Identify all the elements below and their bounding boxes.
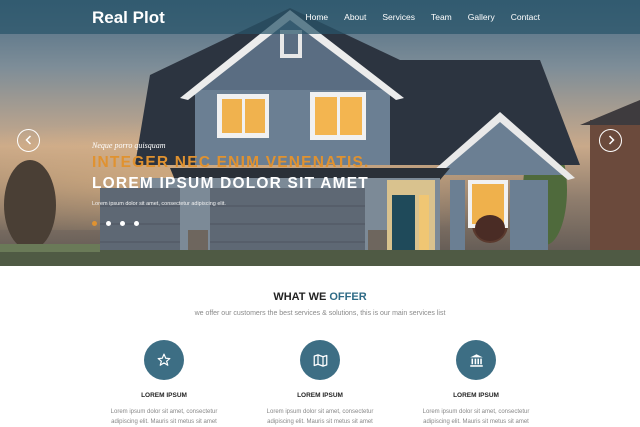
nav-contact[interactable]: Contact bbox=[511, 12, 540, 22]
nav-home[interactable]: Home bbox=[305, 12, 328, 22]
chevron-right-icon bbox=[608, 135, 615, 145]
service-desc-line: Lorem ipsum dolor sit amet, consectetur bbox=[110, 409, 218, 415]
service-card-1: LOREM IPSUM Lorem ipsum dolor sit amet, … bbox=[99, 340, 229, 427]
service-name: LOREM IPSUM bbox=[141, 392, 187, 399]
slider-dot-2[interactable] bbox=[106, 221, 111, 226]
navbar: Real Plot Home About Services Team Galle… bbox=[0, 0, 640, 34]
service-icon-circle[interactable] bbox=[456, 340, 496, 380]
slider-pagination bbox=[92, 221, 148, 226]
site-logo[interactable]: Real Plot bbox=[92, 8, 165, 28]
service-icon-circle[interactable] bbox=[144, 340, 184, 380]
slider-dot-1[interactable] bbox=[92, 221, 97, 226]
slider-prev-button[interactable] bbox=[17, 129, 40, 152]
service-name: LOREM IPSUM bbox=[453, 392, 499, 399]
slide-body-text: Lorem ipsum dolor sit amet, consectetur … bbox=[92, 201, 226, 207]
star-icon bbox=[157, 353, 171, 366]
main-nav: Home About Services Team Gallery Contact bbox=[289, 12, 540, 22]
slider-dot-3[interactable] bbox=[120, 221, 125, 226]
service-desc-line: Lorem ipsum dolor sit amet, consectetur bbox=[422, 409, 530, 415]
hero-slider: Real Plot Home About Services Team Galle… bbox=[0, 0, 640, 266]
service-icon-circle[interactable] bbox=[300, 340, 340, 380]
section-title: WHAT WE OFFER bbox=[0, 291, 640, 303]
bank-icon bbox=[469, 353, 483, 367]
service-description: Lorem ipsum dolor sit amet, consectetur … bbox=[411, 407, 541, 427]
service-desc-line: Lorem ipsum dolor sit amet, consectetur bbox=[266, 409, 374, 415]
service-description: Lorem ipsum dolor sit amet, consectetur … bbox=[255, 407, 385, 427]
section-title-accent: OFFER bbox=[329, 291, 367, 303]
house-photo bbox=[0, 8, 640, 266]
section-subtitle: we offer our customers the best services… bbox=[194, 310, 446, 317]
chevron-left-icon bbox=[24, 135, 31, 145]
service-card-3: LOREM IPSUM Lorem ipsum dolor sit amet, … bbox=[411, 340, 541, 427]
service-name: LOREM IPSUM bbox=[297, 392, 343, 399]
map-icon bbox=[313, 353, 327, 367]
nav-services[interactable]: Services bbox=[382, 12, 415, 22]
slide-headline: LOREM IPSUM DOLOR SIT AMET bbox=[92, 175, 369, 192]
nav-about[interactable]: About bbox=[344, 12, 366, 22]
slider-next-button[interactable] bbox=[599, 129, 622, 152]
slide-subtitle: Neque porro quisquam bbox=[92, 141, 166, 150]
section-title-plain: WHAT WE bbox=[273, 291, 327, 303]
nav-team[interactable]: Team bbox=[431, 12, 452, 22]
service-description: Lorem ipsum dolor sit amet, consectetur … bbox=[99, 407, 229, 427]
slide-headline-accent: INTEGER NEC ENIM VENENATIS. bbox=[92, 154, 370, 171]
nav-gallery[interactable]: Gallery bbox=[468, 12, 495, 22]
slider-dot-4[interactable] bbox=[134, 221, 139, 226]
service-card-2: LOREM IPSUM Lorem ipsum dolor sit amet, … bbox=[255, 340, 385, 427]
